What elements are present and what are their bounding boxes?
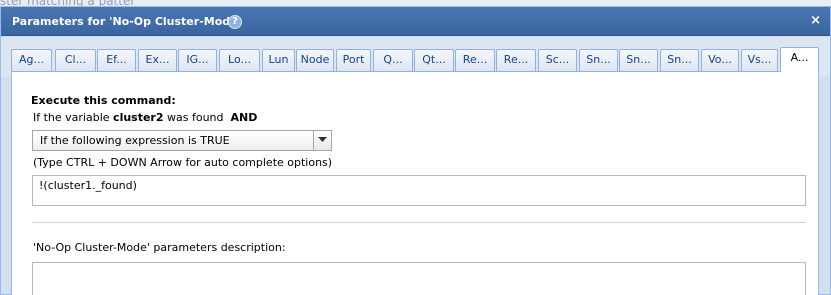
close-icon[interactable]: × xyxy=(810,14,821,27)
expression-input[interactable]: !(cluster1._found) xyxy=(32,175,806,206)
section-title: Execute this command: xyxy=(31,94,176,107)
tab-qt[interactable]: Qt... xyxy=(414,49,454,71)
tab-lo[interactable]: Lo... xyxy=(219,49,260,71)
tab-advanced[interactable]: A... xyxy=(780,47,819,72)
tab-q[interactable]: Q... xyxy=(373,49,413,71)
parameters-dialog: Parameters for 'No-Op Cluster-Mode' ? × … xyxy=(0,6,831,295)
condition-operator: AND xyxy=(230,111,258,124)
tab-vs[interactable]: Vs... xyxy=(741,49,778,71)
condition-prefix: If the variable xyxy=(33,111,110,124)
autocomplete-hint: (Type CTRL + DOWN Arrow for auto complet… xyxy=(33,156,333,169)
section-divider xyxy=(32,222,806,223)
dropdown-trigger[interactable] xyxy=(313,131,331,150)
help-icon[interactable]: ? xyxy=(228,15,242,29)
tab-sn-3[interactable]: Sn... xyxy=(660,49,699,71)
tab-ef[interactable]: Ef... xyxy=(97,49,136,71)
description-textarea[interactable] xyxy=(32,262,806,295)
tab-re-1[interactable]: Re... xyxy=(455,49,495,71)
dialog-titlebar[interactable]: Parameters for 'No-Op Cluster-Mode' ? × xyxy=(1,7,830,36)
tab-lun[interactable]: Lun xyxy=(262,49,295,71)
tab-port[interactable]: Port xyxy=(336,49,371,71)
tab-strip: Ag... Cl... Ef... Ex... IG... Lo... Lun … xyxy=(1,37,830,77)
tab-sn-1[interactable]: Sn... xyxy=(579,49,618,71)
condition-suffix: was found xyxy=(167,111,224,124)
tab-baseline xyxy=(11,71,819,72)
description-label: 'No-Op Cluster-Mode' parameters descript… xyxy=(33,241,286,254)
tab-panel: Execute this command: If the variable cl… xyxy=(11,72,819,295)
tab-sc[interactable]: Sc... xyxy=(538,49,577,71)
tab-sn-2[interactable]: Sn... xyxy=(619,49,658,71)
chevron-down-icon xyxy=(318,137,327,142)
tab-vo[interactable]: Vo... xyxy=(701,49,739,71)
condition-variable: cluster2 xyxy=(113,111,164,124)
tab-aggregate[interactable]: Ag... xyxy=(11,49,52,71)
condition-text: If the variable cluster2 was found AND xyxy=(33,111,257,124)
tab-ig[interactable]: IG... xyxy=(178,49,217,71)
condition-select[interactable]: If the following expression is TRUE xyxy=(32,130,332,151)
condition-select-value: If the following expression is TRUE xyxy=(40,134,230,147)
expression-value: !(cluster1._found) xyxy=(39,179,137,192)
tab-cluster[interactable]: Cl... xyxy=(55,49,96,71)
dialog-title: Parameters for 'No-Op Cluster-Mode' xyxy=(12,15,241,28)
tab-re-2[interactable]: Re... xyxy=(496,49,536,71)
tab-ex[interactable]: Ex... xyxy=(138,49,177,71)
tab-node[interactable]: Node xyxy=(296,49,334,71)
